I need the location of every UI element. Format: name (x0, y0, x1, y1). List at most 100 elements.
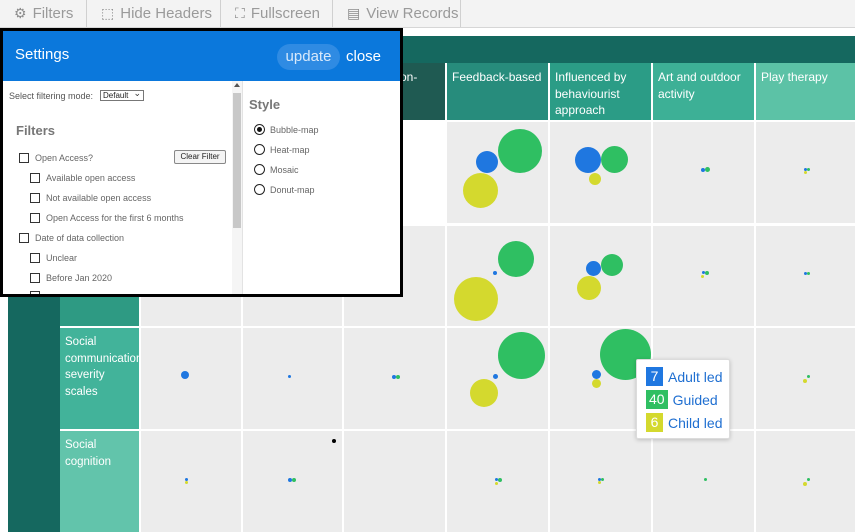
child-led-bubble[interactable] (598, 481, 601, 484)
guided-bubble[interactable] (498, 129, 542, 173)
child-led-bubble[interactable] (463, 173, 498, 208)
tooltip-guided: 40 Guided (646, 390, 718, 409)
grid-cell[interactable] (756, 226, 855, 326)
settings-panel: Settings update close Select filtering m… (0, 28, 403, 297)
guided-bubble[interactable] (704, 478, 707, 481)
checkbox-date-of-data-collection[interactable] (19, 233, 29, 243)
adult-led-count: 7 (646, 367, 663, 386)
grid-cell[interactable] (653, 431, 754, 532)
child-led-label: Child led (668, 414, 723, 431)
filter-label: Open Access? (35, 153, 94, 163)
grid-cell[interactable] (653, 122, 754, 223)
row-header-social-communication[interactable]: Social communication severity scales (60, 328, 142, 429)
child-led-bubble[interactable] (592, 379, 601, 388)
checkbox-next[interactable] (30, 291, 40, 294)
guided-bubble[interactable] (807, 375, 810, 378)
view-records-button[interactable]: ▤ View Records (333, 0, 461, 27)
child-led-count: 6 (646, 413, 663, 432)
child-led-bubble[interactable] (577, 276, 601, 300)
checkbox-not-available-open-access[interactable] (30, 193, 40, 203)
child-led-bubble[interactable] (495, 482, 498, 485)
scrollbar-thumb[interactable] (233, 93, 241, 228)
checkbox-before-jan-2020[interactable] (30, 273, 40, 283)
column-header-art-outdoor[interactable]: Art and outdoor activity (653, 63, 754, 120)
style-option-label: Donut-map (270, 185, 315, 195)
guided-bubble[interactable] (705, 167, 710, 172)
child-led-bubble[interactable] (589, 173, 601, 185)
guided-bubble[interactable] (498, 241, 534, 277)
row-header-social-cognition[interactable]: Social cognition (60, 431, 139, 532)
adult-led-bubble[interactable] (181, 371, 189, 379)
gear-icon: ⚙ (14, 5, 27, 21)
child-led-bubble[interactable] (803, 482, 807, 486)
guided-bubble[interactable] (601, 254, 623, 276)
filters-label: Filters (32, 5, 74, 22)
child-led-bubble[interactable] (701, 275, 704, 278)
child-led-bubble[interactable] (803, 379, 807, 383)
adult-led-bubble[interactable] (476, 151, 498, 173)
style-option-label: Heat-map (270, 145, 310, 155)
grid-cell[interactable] (141, 431, 241, 532)
child-led-bubble[interactable] (470, 379, 498, 407)
hide-headers-button[interactable]: ⬚ Hide Headers (87, 0, 221, 27)
filter-mode-select[interactable]: Default (100, 88, 144, 101)
child-led-bubble[interactable] (454, 277, 498, 321)
guided-bubble[interactable] (807, 478, 810, 481)
guided-bubble[interactable] (601, 478, 604, 481)
adult-led-bubble[interactable] (288, 375, 291, 378)
adult-led-bubble[interactable] (493, 271, 497, 275)
style-option-label: Bubble-map (270, 125, 319, 135)
guided-bubble[interactable] (396, 375, 400, 379)
column-header-play-therapy[interactable]: Play therapy (756, 63, 855, 120)
grid-cell[interactable] (243, 328, 342, 429)
guided-bubble[interactable] (292, 478, 296, 482)
close-button[interactable]: close (346, 44, 381, 70)
tooltip-child-led: 6 Child led (646, 413, 722, 432)
guided-bubble[interactable] (807, 168, 810, 171)
fullscreen-icon: ⛶ (235, 5, 245, 21)
adult-led-label: Adult led (668, 368, 723, 385)
grid-cell[interactable] (344, 431, 445, 532)
radio-heat-map[interactable] (254, 144, 265, 155)
guided-bubble[interactable] (498, 332, 545, 379)
radio-mosaic[interactable] (254, 164, 265, 175)
toolbar: ⚙ Filters ⬚ Hide Headers ⛶ Fullscreen ▤ … (0, 0, 855, 28)
child-led-bubble[interactable] (185, 481, 188, 484)
clear-filter-button[interactable]: Clear Filter (174, 150, 226, 164)
checkbox-open-access-6-months[interactable] (30, 213, 40, 223)
adult-led-bubble[interactable] (586, 261, 601, 276)
filters-scrollbar[interactable] (232, 81, 242, 294)
column-header-feedback-based[interactable]: Feedback-based (447, 63, 548, 120)
radio-donut-map[interactable] (254, 184, 265, 195)
fullscreen-button[interactable]: ⛶ Fullscreen (221, 0, 333, 27)
column-header-behaviourist[interactable]: Influenced by behaviourist approach (550, 63, 651, 120)
column-header-label: Feedback-based (452, 70, 542, 84)
settings-title: Settings (15, 46, 70, 63)
checkbox-unclear[interactable] (30, 253, 40, 263)
grid-cell[interactable] (141, 328, 241, 429)
guided-bubble[interactable] (498, 478, 502, 482)
guided-bubble[interactable] (705, 271, 709, 275)
guided-bubble[interactable] (601, 146, 628, 173)
checkbox-available-open-access[interactable] (30, 173, 40, 183)
checkbox-open-access[interactable] (19, 153, 29, 163)
scroll-up-icon[interactable] (234, 83, 240, 87)
update-button[interactable]: update (277, 44, 340, 70)
child-led-bubble[interactable] (804, 171, 807, 174)
filter-label: Open Access for the first 6 months (46, 213, 184, 223)
style-title: Style (249, 97, 281, 112)
filters-title: Filters (16, 123, 56, 138)
radio-bubble-map[interactable] (254, 124, 265, 135)
row-header-label: Social cognition (65, 439, 112, 468)
filter-label: Unclear (46, 253, 78, 263)
adult-led-bubble[interactable] (493, 374, 498, 379)
filters-button[interactable]: ⚙ Filters (0, 0, 87, 27)
adult-led-bubble[interactable] (592, 370, 601, 379)
adult-led-bubble[interactable] (575, 147, 601, 173)
guided-bubble[interactable] (807, 272, 810, 275)
filters-section: Select filtering mode: Default Filters O… (3, 81, 242, 294)
headers-icon: ⬚ (101, 5, 115, 21)
grid-cell[interactable] (550, 122, 651, 223)
settings-header: Settings update close (3, 31, 400, 81)
grid-cell[interactable] (550, 226, 651, 326)
